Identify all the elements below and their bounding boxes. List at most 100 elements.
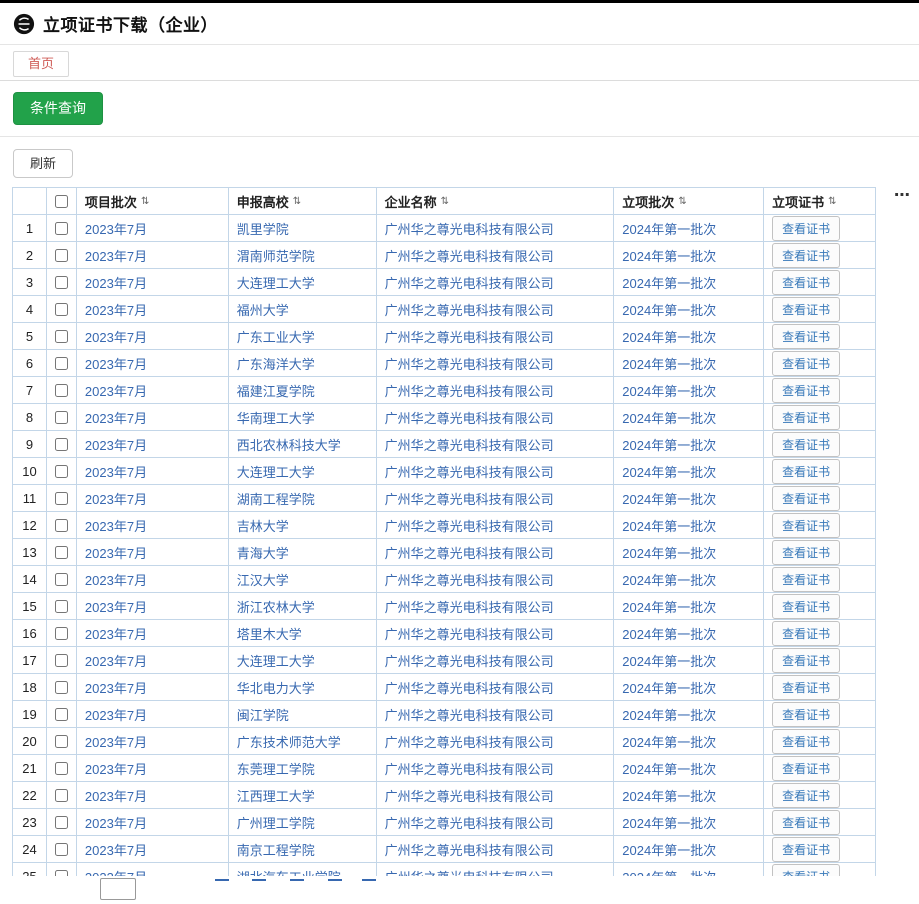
approval-batch-cell[interactable]: 2024年第一批次 xyxy=(614,593,764,620)
condition-query-button[interactable]: 条件查询 xyxy=(13,92,103,125)
company-cell[interactable]: 广州华之尊光电科技有限公司 xyxy=(377,701,615,728)
approval-batch-cell[interactable]: 2024年第一批次 xyxy=(614,512,764,539)
view-certificate-button[interactable]: 查看证书 xyxy=(772,297,840,322)
company-cell[interactable]: 广州华之尊光电科技有限公司 xyxy=(377,404,615,431)
view-certificate-button[interactable]: 查看证书 xyxy=(772,459,840,484)
university-cell[interactable]: 吉林大学 xyxy=(229,512,377,539)
approval-batch-cell[interactable]: 2024年第一批次 xyxy=(614,755,764,782)
row-checkbox[interactable] xyxy=(55,816,68,829)
row-checkbox[interactable] xyxy=(55,276,68,289)
sort-icon[interactable]: ⇅ xyxy=(141,196,149,207)
project-batch-cell[interactable]: 2023年7月 xyxy=(77,593,229,620)
company-cell[interactable]: 广州华之尊光电科技有限公司 xyxy=(377,728,615,755)
view-certificate-button[interactable]: 查看证书 xyxy=(772,567,840,592)
project-batch-cell[interactable]: 2023年7月 xyxy=(77,566,229,593)
university-cell[interactable]: 南京工程学院 xyxy=(229,836,377,863)
project-batch-cell[interactable]: 2023年7月 xyxy=(77,404,229,431)
university-cell[interactable]: 凯里学院 xyxy=(229,215,377,242)
row-checkbox[interactable] xyxy=(55,465,68,478)
company-cell[interactable]: 广州华之尊光电科技有限公司 xyxy=(377,620,615,647)
row-checkbox[interactable] xyxy=(55,789,68,802)
university-cell[interactable]: 广东海洋大学 xyxy=(229,350,377,377)
approval-batch-cell[interactable]: 2024年第一批次 xyxy=(614,431,764,458)
company-cell[interactable]: 广州华之尊光电科技有限公司 xyxy=(377,593,615,620)
company-cell[interactable]: 广州华之尊光电科技有限公司 xyxy=(377,647,615,674)
company-cell[interactable]: 广州华之尊光电科技有限公司 xyxy=(377,485,615,512)
page-size-select[interactable] xyxy=(100,878,136,900)
university-cell[interactable]: 华南理工大学 xyxy=(229,404,377,431)
approval-batch-cell[interactable]: 2024年第一批次 xyxy=(614,377,764,404)
view-certificate-button[interactable]: 查看证书 xyxy=(772,405,840,430)
project-batch-cell[interactable]: 2023年7月 xyxy=(77,620,229,647)
row-checkbox[interactable] xyxy=(55,357,68,370)
sort-icon[interactable]: ⇅ xyxy=(678,196,686,207)
project-batch-cell[interactable]: 2023年7月 xyxy=(77,350,229,377)
header-certificate[interactable]: 立项证书 ⇅ xyxy=(764,188,876,215)
university-cell[interactable]: 广州理工学院 xyxy=(229,809,377,836)
tab-home[interactable]: 首页 xyxy=(13,51,69,77)
company-cell[interactable]: 广州华之尊光电科技有限公司 xyxy=(377,431,615,458)
company-cell[interactable]: 广州华之尊光电科技有限公司 xyxy=(377,512,615,539)
university-cell[interactable]: 西北农林科技大学 xyxy=(229,431,377,458)
page-button[interactable] xyxy=(362,879,376,897)
view-certificate-button[interactable]: 查看证书 xyxy=(772,783,840,808)
row-checkbox[interactable] xyxy=(55,600,68,613)
header-approval-batch[interactable]: 立项批次 ⇅ xyxy=(614,188,764,215)
approval-batch-cell[interactable]: 2024年第一批次 xyxy=(614,809,764,836)
view-certificate-button[interactable]: 查看证书 xyxy=(772,594,840,619)
project-batch-cell[interactable]: 2023年7月 xyxy=(77,647,229,674)
company-cell[interactable]: 广州华之尊光电科技有限公司 xyxy=(377,458,615,485)
view-certificate-button[interactable]: 查看证书 xyxy=(772,378,840,403)
select-all-checkbox[interactable] xyxy=(55,195,68,208)
view-certificate-button[interactable]: 查看证书 xyxy=(772,540,840,565)
company-cell[interactable]: 广州华之尊光电科技有限公司 xyxy=(377,782,615,809)
university-cell[interactable]: 大连理工大学 xyxy=(229,269,377,296)
project-batch-cell[interactable]: 2023年7月 xyxy=(77,269,229,296)
company-cell[interactable]: 广州华之尊光电科技有限公司 xyxy=(377,539,615,566)
row-checkbox[interactable] xyxy=(55,222,68,235)
view-certificate-button[interactable]: 查看证书 xyxy=(772,810,840,835)
view-certificate-button[interactable]: 查看证书 xyxy=(772,702,840,727)
row-checkbox[interactable] xyxy=(55,627,68,640)
university-cell[interactable]: 江汉大学 xyxy=(229,566,377,593)
sort-icon[interactable]: ⇅ xyxy=(293,196,301,207)
sort-icon[interactable]: ⇅ xyxy=(441,196,449,207)
row-checkbox[interactable] xyxy=(55,654,68,667)
row-checkbox[interactable] xyxy=(55,843,68,856)
refresh-button[interactable]: 刷新 xyxy=(13,149,73,178)
approval-batch-cell[interactable]: 2024年第一批次 xyxy=(614,350,764,377)
row-checkbox[interactable] xyxy=(55,546,68,559)
company-cell[interactable]: 广州华之尊光电科技有限公司 xyxy=(377,836,615,863)
view-certificate-button[interactable]: 查看证书 xyxy=(772,837,840,862)
page-button[interactable] xyxy=(215,879,229,897)
project-batch-cell[interactable]: 2023年7月 xyxy=(77,782,229,809)
view-certificate-button[interactable]: 查看证书 xyxy=(772,648,840,673)
view-certificate-button[interactable]: 查看证书 xyxy=(772,756,840,781)
row-checkbox[interactable] xyxy=(55,681,68,694)
company-cell[interactable]: 广州华之尊光电科技有限公司 xyxy=(377,377,615,404)
view-certificate-button[interactable]: 查看证书 xyxy=(772,621,840,646)
company-cell[interactable]: 广州华之尊光电科技有限公司 xyxy=(377,269,615,296)
project-batch-cell[interactable]: 2023年7月 xyxy=(77,296,229,323)
company-cell[interactable]: 广州华之尊光电科技有限公司 xyxy=(377,242,615,269)
company-cell[interactable]: 广州华之尊光电科技有限公司 xyxy=(377,809,615,836)
company-cell[interactable]: 广州华之尊光电科技有限公司 xyxy=(377,755,615,782)
university-cell[interactable]: 福州大学 xyxy=(229,296,377,323)
university-cell[interactable]: 东莞理工学院 xyxy=(229,755,377,782)
approval-batch-cell[interactable]: 2024年第一批次 xyxy=(614,242,764,269)
project-batch-cell[interactable]: 2023年7月 xyxy=(77,539,229,566)
view-certificate-button[interactable]: 查看证书 xyxy=(772,729,840,754)
university-cell[interactable]: 大连理工大学 xyxy=(229,458,377,485)
project-batch-cell[interactable]: 2023年7月 xyxy=(77,377,229,404)
approval-batch-cell[interactable]: 2024年第一批次 xyxy=(614,296,764,323)
project-batch-cell[interactable]: 2023年7月 xyxy=(77,836,229,863)
approval-batch-cell[interactable]: 2024年第一批次 xyxy=(614,647,764,674)
university-cell[interactable]: 广东工业大学 xyxy=(229,323,377,350)
row-checkbox[interactable] xyxy=(55,303,68,316)
view-certificate-button[interactable]: 查看证书 xyxy=(772,486,840,511)
project-batch-cell[interactable]: 2023年7月 xyxy=(77,431,229,458)
university-cell[interactable]: 青海大学 xyxy=(229,539,377,566)
approval-batch-cell[interactable]: 2024年第一批次 xyxy=(614,701,764,728)
row-checkbox[interactable] xyxy=(55,573,68,586)
university-cell[interactable]: 华北电力大学 xyxy=(229,674,377,701)
